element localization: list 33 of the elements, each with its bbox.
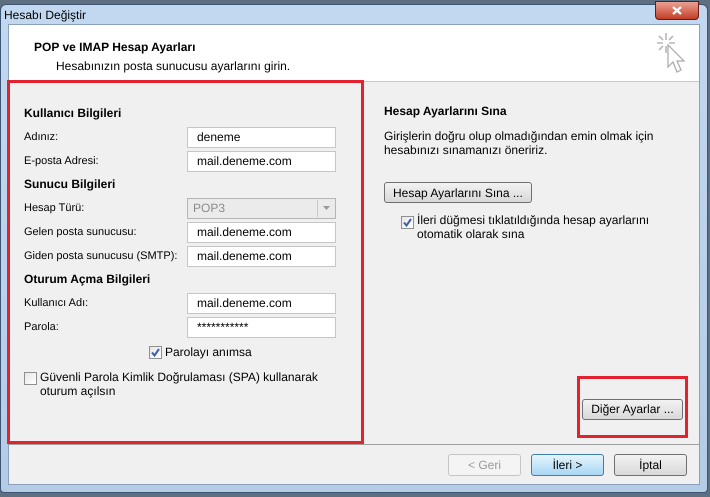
checkbox-label: Parolayı anımsa [165, 344, 252, 361]
input-field[interactable]: mail.deneme.com [187, 222, 336, 242]
checkbox[interactable] [401, 216, 414, 229]
window-title: Hesabı Değiştir [4, 6, 86, 24]
dialog-button[interactable]: İleri > [531, 454, 604, 476]
field-label: Gelen posta sunucusu: [24, 224, 138, 240]
more-settings-button[interactable]: Diğer Ayarlar ... [582, 398, 683, 420]
checkbox-label: Güvenli Parola Kimlik Doğrulaması (SPA) kullanarak oturum açılsın [40, 370, 319, 398]
checkbox-label: İleri düğmesi tıklatıldığında hesap ayarlarını otomatik olarak sına [417, 213, 650, 241]
section-heading: Oturum Açma Bilgileri [24, 271, 152, 288]
checkbox[interactable] [149, 346, 162, 358]
field-label: Kullanıcı Adı: [24, 296, 90, 311]
page-subtitle: Hesabınızın posta sunucusu ayarlarını girin. [55, 58, 290, 75]
input-field[interactable]: mail.deneme.com [187, 246, 336, 266]
input-field[interactable]: deneme [187, 126, 336, 148]
field-label: Adınız: [24, 130, 60, 145]
dialog-button[interactable]: İptal [614, 454, 687, 476]
checkbox[interactable] [24, 372, 37, 385]
section-heading: Sunucu Bilgileri [24, 176, 116, 193]
password-field[interactable]: *********** [187, 316, 336, 338]
field-label: Hesap Türü: [24, 200, 86, 216]
input-field[interactable]: mail.deneme.com [187, 292, 336, 314]
page-title: POP ve IMAP Hesap Ayarları [34, 39, 196, 56]
field-label: Parola: [24, 320, 60, 335]
close-button[interactable] [655, 1, 699, 20]
field-label: Giden posta sunucusu (SMTP): [24, 248, 178, 264]
section-heading: Hesap Ayarlarını Sına [384, 103, 508, 120]
description-text: Girişlerin doğru olup olmadığından emin olmak için hesabınızı sınamanızı öneririz. [384, 129, 654, 157]
close-icon [672, 6, 682, 15]
test-settings-button[interactable]: Hesap Ayarlarını Sına ... [384, 182, 532, 203]
input-field[interactable]: mail.deneme.com [187, 150, 336, 172]
field-label: E-posta Adresi: [24, 154, 100, 169]
section-heading: Kullanıcı Bilgileri [24, 105, 122, 122]
